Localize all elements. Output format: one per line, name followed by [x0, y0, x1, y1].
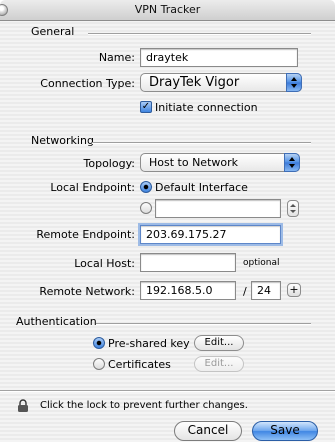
- certificates-label: Certificates: [108, 358, 171, 371]
- network-slash: /: [243, 285, 247, 298]
- footer-separator: [0, 390, 335, 392]
- vpn-tracker-window: VPN Tracker General Name: draytek Connec…: [0, 0, 335, 442]
- remote-network-label: Remote Network:: [39, 285, 135, 298]
- connection-type-value: DrayTek Vigor: [149, 75, 240, 90]
- local-host-field[interactable]: [140, 253, 236, 272]
- certificates-radio[interactable]: [93, 358, 105, 370]
- topology-label: Topology:: [83, 157, 135, 170]
- default-interface-label: Default Interface: [155, 181, 248, 194]
- prefix-field[interactable]: 24: [251, 281, 281, 300]
- remote-endpoint-label: Remote Endpoint:: [36, 228, 135, 241]
- window-title: VPN Tracker: [134, 3, 201, 16]
- topology-popup[interactable]: Host to Network: [140, 153, 300, 172]
- custom-endpoint-radio[interactable]: [140, 202, 152, 214]
- topology-value: Host to Network: [149, 156, 239, 169]
- default-interface-radio[interactable]: [140, 181, 152, 193]
- custom-endpoint-stepper[interactable]: [287, 200, 299, 217]
- popup-arrows-icon: [284, 153, 300, 172]
- name-field[interactable]: draytek: [140, 48, 298, 67]
- custom-endpoint-field[interactable]: [155, 199, 281, 218]
- name-label: Name:: [98, 51, 135, 64]
- general-separator: [88, 33, 311, 35]
- local-endpoint-label: Local Endpoint:: [50, 181, 135, 194]
- popup-arrows-icon: [286, 73, 302, 92]
- preshared-key-radio[interactable]: [93, 337, 105, 349]
- remote-endpoint-field[interactable]: 203.69.175.27: [140, 225, 281, 244]
- connection-type-label: Connection Type:: [40, 77, 135, 90]
- lock-message: Click the lock to prevent further change…: [40, 400, 248, 411]
- authentication-section-title: Authentication: [16, 315, 97, 328]
- initiate-connection-checkbox[interactable]: ✓: [140, 101, 152, 113]
- authentication-separator: [96, 323, 311, 325]
- cancel-button[interactable]: Cancel: [174, 421, 242, 441]
- title-bar[interactable]: VPN Tracker: [0, 0, 335, 21]
- preshared-key-label: Pre-shared key: [108, 337, 190, 350]
- connection-type-popup[interactable]: DrayTek Vigor: [140, 73, 302, 92]
- optional-hint: optional: [243, 258, 280, 268]
- general-section-title: General: [31, 25, 75, 38]
- remote-network-field[interactable]: 192.168.5.0: [140, 281, 236, 300]
- save-button[interactable]: Save: [252, 421, 318, 441]
- lock-icon[interactable]: [17, 399, 29, 412]
- edit-certificates-button[interactable]: Edit...: [194, 356, 244, 372]
- networking-separator: [92, 142, 311, 144]
- initiate-connection-label: Initiate connection: [155, 101, 258, 114]
- edit-preshared-key-button[interactable]: Edit...: [194, 335, 244, 351]
- local-host-label: Local Host:: [74, 257, 135, 270]
- networking-section-title: Networking: [31, 134, 94, 147]
- add-network-button[interactable]: +: [287, 283, 301, 297]
